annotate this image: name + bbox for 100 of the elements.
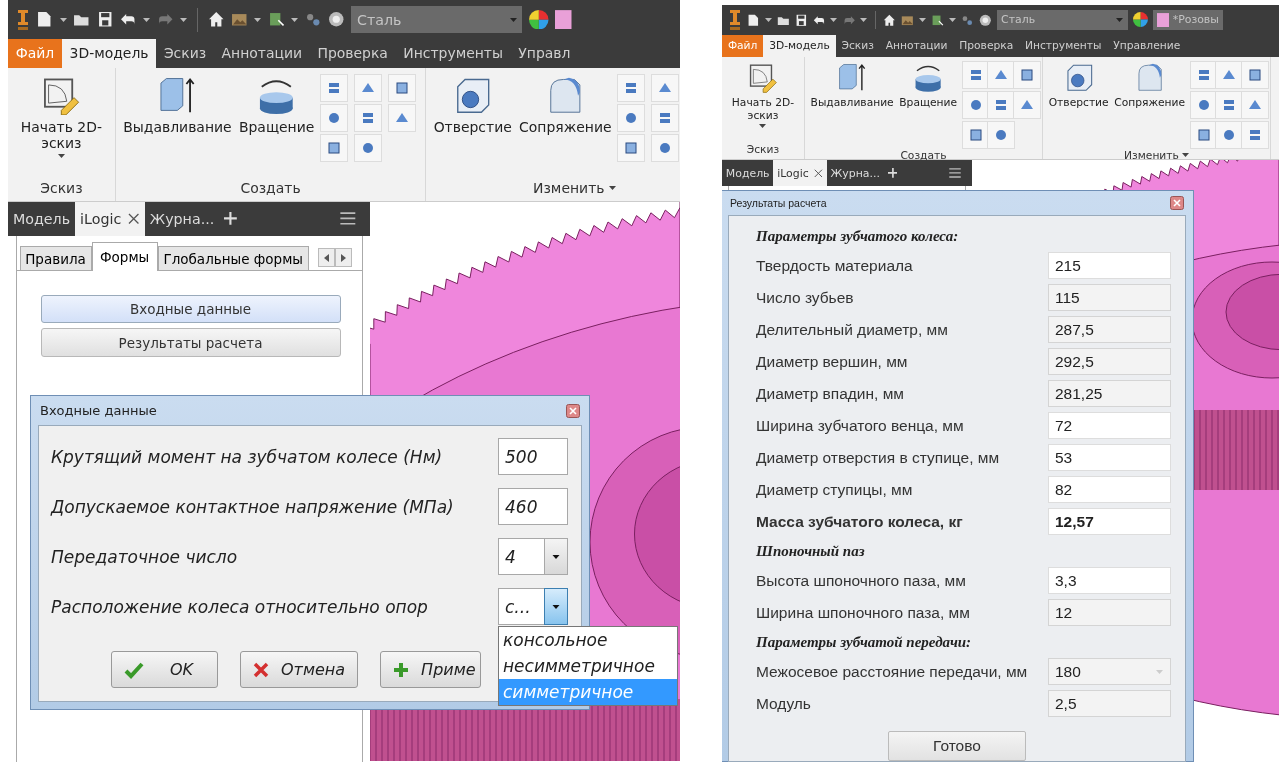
- output-field[interactable]: 53: [1048, 444, 1171, 471]
- ribbon-tab[interactable]: Инструменты: [395, 39, 511, 68]
- dropdown-option[interactable]: несимметричное: [499, 653, 677, 679]
- output-field[interactable]: 215: [1048, 252, 1171, 279]
- ribbon-tool-button[interactable]: Начать 2D-эскиз: [14, 73, 109, 158]
- tool-button[interactable]: [651, 103, 680, 132]
- panel-tab[interactable]: Журна...: [144, 202, 220, 236]
- tool-button[interactable]: [1189, 61, 1218, 90]
- close-icon[interactable]: [128, 213, 140, 225]
- output-field[interactable]: 3,3: [1048, 567, 1171, 594]
- tool-button[interactable]: [320, 103, 349, 132]
- tool-button[interactable]: [961, 120, 990, 149]
- tool-button[interactable]: [617, 134, 646, 162]
- dropdown-button[interactable]: [544, 538, 568, 575]
- dropdown-option[interactable]: консольное: [499, 627, 677, 653]
- tool-button[interactable]: [987, 91, 1016, 120]
- sphere-icon[interactable]: [978, 13, 992, 27]
- form-button[interactable]: Входные данные: [40, 294, 341, 324]
- menu-icon[interactable]: [949, 168, 962, 178]
- save-icon[interactable]: [794, 13, 808, 27]
- tool-button[interactable]: [1215, 120, 1244, 149]
- ribbon-tab[interactable]: Инструменты: [1019, 34, 1108, 57]
- output-field[interactable]: 115: [1048, 284, 1171, 311]
- scroll-right-button[interactable]: [335, 248, 353, 267]
- tool-button[interactable]: [1013, 61, 1042, 90]
- panel-tab[interactable]: Модель: [8, 202, 76, 236]
- tool-button[interactable]: [387, 103, 416, 132]
- form-tab[interactable]: Правила: [19, 246, 92, 270]
- dots-icon[interactable]: [304, 11, 322, 28]
- cube-icon[interactable]: [931, 13, 944, 27]
- form-tab[interactable]: Глобальные формы: [157, 246, 309, 270]
- tool-button[interactable]: [1215, 91, 1244, 120]
- ribbon-tab[interactable]: Управление: [1107, 34, 1187, 57]
- output-field[interactable]: 72: [1048, 412, 1171, 439]
- close-icon[interactable]: [814, 168, 823, 178]
- ribbon-tool-button[interactable]: Отверстие: [432, 73, 514, 135]
- ribbon-tab[interactable]: Управл: [510, 39, 579, 68]
- menu-icon[interactable]: [340, 212, 356, 226]
- ribbon-tab[interactable]: Проверка: [953, 34, 1020, 57]
- sphere-icon[interactable]: [328, 11, 345, 28]
- ribbon-tool-button[interactable]: Вращение: [898, 61, 959, 110]
- new-file-icon[interactable]: [746, 13, 760, 27]
- panel-tab[interactable]: Журна...: [826, 160, 884, 186]
- combo-field[interactable]: 4: [498, 538, 544, 575]
- ribbon-tool-button[interactable]: Отверстие: [1047, 61, 1110, 110]
- tool-button[interactable]: [354, 73, 382, 102]
- tool-button[interactable]: [1013, 91, 1042, 120]
- tool-button[interactable]: [320, 134, 349, 162]
- color-wheel-icon[interactable]: [1132, 12, 1148, 28]
- form-button[interactable]: Результаты расчета: [40, 328, 341, 357]
- cube-icon[interactable]: [267, 11, 285, 28]
- tool-button[interactable]: [617, 73, 646, 102]
- ribbon-tab[interactable]: Аннотации: [213, 39, 310, 68]
- output-field[interactable]: 281,25: [1048, 380, 1171, 407]
- tool-button[interactable]: [961, 61, 990, 90]
- plus-icon[interactable]: [887, 168, 898, 178]
- ribbon-tab[interactable]: 3D-модель: [61, 39, 157, 68]
- tool-button[interactable]: [1241, 61, 1270, 90]
- input-field[interactable]: 500: [498, 438, 568, 475]
- ribbon-tab[interactable]: Эскиз: [835, 34, 880, 57]
- tool-button[interactable]: [320, 73, 349, 102]
- ok-button[interactable]: OK: [111, 651, 218, 688]
- ribbon-tool-button[interactable]: Сопряжение: [517, 73, 613, 135]
- home-icon[interactable]: [207, 11, 224, 28]
- tool-button[interactable]: [354, 103, 382, 132]
- combo-field[interactable]: с...: [498, 588, 544, 625]
- tool-button[interactable]: [1189, 91, 1218, 120]
- swatch-icon[interactable]: [555, 9, 572, 30]
- new-file-icon[interactable]: [36, 11, 53, 28]
- ribbon-tab[interactable]: Эскиз: [156, 39, 214, 68]
- ribbon-tool-button[interactable]: Выдавливание: [809, 61, 895, 110]
- tool-button[interactable]: [1241, 91, 1270, 120]
- cancel-button[interactable]: Отмена: [240, 651, 359, 688]
- tool-button[interactable]: [617, 103, 646, 132]
- close-icon[interactable]: [1170, 196, 1184, 210]
- combo-field[interactable]: 180: [1048, 658, 1171, 685]
- done-button[interactable]: Готово: [888, 731, 1026, 761]
- tool-button[interactable]: [1241, 120, 1270, 149]
- output-field[interactable]: 12,57: [1048, 508, 1171, 535]
- tool-button[interactable]: [354, 134, 382, 162]
- tool-button[interactable]: [651, 73, 680, 102]
- tool-button[interactable]: [987, 120, 1016, 149]
- apply-button[interactable]: Приме: [380, 651, 481, 688]
- ribbon-tool-button[interactable]: Выдавливание: [121, 73, 234, 135]
- ribbon-tab[interactable]: Проверка: [309, 39, 396, 68]
- save-icon[interactable]: [96, 11, 113, 28]
- form-tab[interactable]: Формы: [91, 241, 158, 271]
- output-field[interactable]: 2,5: [1048, 690, 1171, 717]
- home-icon[interactable]: [883, 13, 896, 27]
- dropdown-button[interactable]: [544, 588, 568, 625]
- tool-button[interactable]: [961, 91, 990, 120]
- ribbon-tab[interactable]: 3D-модель: [763, 34, 836, 57]
- input-field[interactable]: 460: [498, 488, 568, 525]
- tool-button[interactable]: [1215, 61, 1244, 90]
- output-field[interactable]: 82: [1048, 476, 1171, 503]
- ribbon-tool-button[interactable]: Вращение: [237, 73, 316, 135]
- output-field[interactable]: 292,5: [1048, 348, 1171, 375]
- panel-tab[interactable]: iLogic: [75, 202, 145, 236]
- tool-button[interactable]: [1189, 120, 1218, 149]
- plus-icon[interactable]: [224, 212, 238, 226]
